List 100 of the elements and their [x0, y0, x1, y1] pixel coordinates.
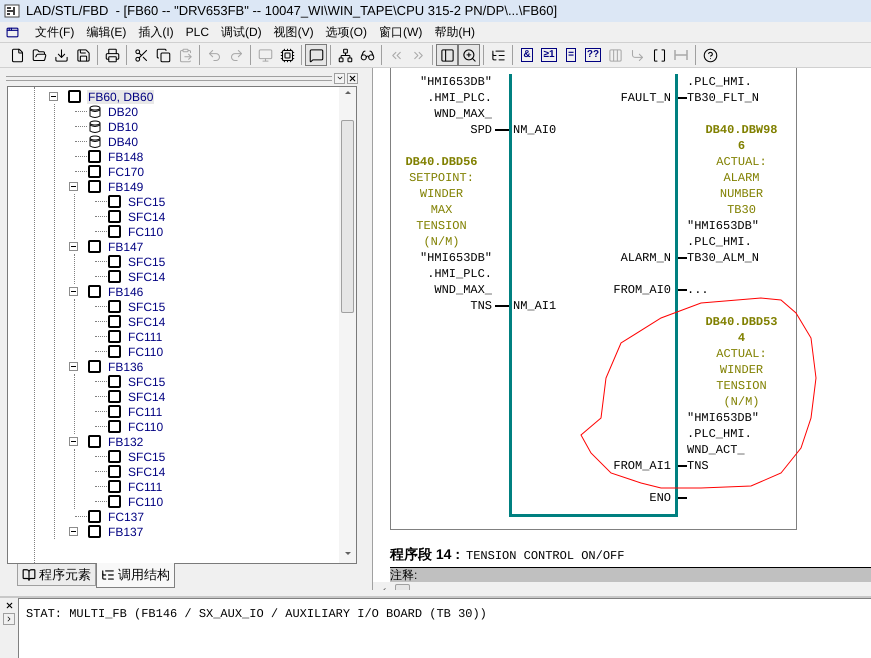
toolbar-button[interactable]: = [560, 44, 582, 66]
tree-item[interactable]: FB132 [107, 434, 144, 448]
collapse-toggle-icon[interactable] [69, 437, 78, 446]
toolbar-button[interactable] [436, 44, 458, 66]
toolbar-button[interactable]: ≥1 [538, 44, 560, 66]
close-button[interactable] [347, 72, 358, 84]
tree-item[interactable]: SFC15 [127, 300, 166, 314]
menu-item[interactable]: 调试(D) [215, 23, 268, 41]
output-pin-label: FROM_AI0 [613, 282, 671, 298]
toolbar-button[interactable] [305, 44, 327, 66]
toolbar-button[interactable]: & [516, 44, 538, 66]
tree-item[interactable]: FB136 [107, 360, 144, 374]
collapse-toggle-icon[interactable] [69, 362, 78, 371]
tree-item[interactable]: SFC14 [127, 270, 166, 284]
tree-item[interactable]: SFC14 [127, 464, 166, 478]
output-pin-label: ENO [649, 490, 671, 506]
operand-comment: WINDER [420, 186, 464, 202]
operand-symbol: "HMI653DB" [420, 250, 492, 266]
database-icon [89, 104, 101, 118]
dropdown-button[interactable] [334, 72, 345, 84]
database-icon [89, 120, 101, 134]
tree-item[interactable]: SFC15 [127, 254, 166, 268]
block-icon [108, 405, 121, 418]
tree-item[interactable]: FC111 [127, 404, 164, 418]
panel-tab[interactable]: 调用结构 [96, 563, 175, 588]
list-tree-icon [101, 568, 115, 582]
block-icon [108, 465, 121, 478]
operand-comment: TB30 [727, 202, 756, 218]
collapse-toggle-icon[interactable] [69, 182, 78, 191]
tree-item[interactable]: FC111 [127, 480, 164, 494]
scroll-up-icon[interactable] [344, 91, 350, 94]
wire [678, 497, 687, 499]
tree-item[interactable]: SFC14 [127, 390, 166, 404]
scroll-thumb[interactable] [341, 120, 354, 313]
menu-item[interactable]: 选项(O) [320, 23, 373, 41]
menu-item[interactable]: 插入(I) [132, 23, 180, 41]
help-icon [702, 48, 718, 62]
collapse-toggle-icon[interactable] [69, 242, 78, 251]
block-icon [68, 90, 81, 103]
paste-icon [178, 48, 192, 62]
block-icon [88, 285, 101, 298]
wire [678, 257, 687, 259]
zoom-icon [462, 48, 476, 62]
tree-item[interactable]: DB10 [107, 120, 140, 134]
operand-symbol: "HMI653DB" [420, 74, 492, 90]
network-icon [338, 48, 352, 62]
tree-item[interactable]: FB149 [107, 180, 144, 194]
tree-item[interactable]: FB146 [107, 284, 144, 298]
collapse-toggle-icon[interactable] [49, 92, 58, 101]
block-icon [88, 165, 101, 178]
tree-item[interactable]: SFC15 [127, 450, 166, 464]
tree-item[interactable]: FC170 [107, 164, 146, 178]
menu-item[interactable]: 编辑(E) [80, 23, 132, 41]
tree-item[interactable]: FB137 [107, 524, 144, 538]
network-label: 程序段 14 : [390, 545, 460, 564]
tree-item[interactable]: DB40 [107, 134, 140, 148]
output-pin-label: FROM_AI1 [613, 458, 671, 474]
block-icon [108, 390, 121, 403]
comment-label: 注释: [390, 568, 418, 582]
menu-item[interactable]: 视图(V) [268, 23, 320, 41]
menu-item[interactable]: 窗口(W) [373, 23, 428, 41]
caret-icon [336, 74, 344, 82]
tree-item[interactable]: FC111 [127, 330, 164, 344]
block-icon [88, 435, 101, 448]
operand-comment: WINDER [720, 362, 764, 378]
toolbar-button[interactable] [458, 44, 480, 66]
collapse-toggle-icon[interactable] [69, 287, 78, 296]
menu-item[interactable]: 帮助(H) [428, 23, 481, 41]
database-icon [89, 134, 101, 148]
block-icon [108, 375, 121, 388]
tree-item[interactable]: DB20 [107, 104, 140, 118]
tree-item[interactable]: FC110 [127, 494, 164, 508]
vertical-scrollbar[interactable] [339, 87, 356, 563]
operand-address: 6 [738, 138, 746, 154]
menu-item[interactable]: 文件(F) [29, 23, 80, 41]
tree-item[interactable]: FB60, DB60 [87, 90, 154, 104]
tree-item[interactable]: SFC14 [127, 210, 166, 224]
tree-item[interactable]: FB147 [107, 240, 144, 254]
tree-item[interactable]: FC110 [127, 344, 164, 358]
output-pin-label: ALARM_N [620, 250, 671, 266]
tree-item[interactable]: SFC15 [127, 194, 166, 208]
app-icon [4, 3, 20, 19]
tree-item[interactable]: FC137 [107, 510, 146, 524]
menu-item[interactable]: PLC [180, 23, 215, 41]
tree-item[interactable]: FB148 [107, 150, 144, 164]
block-icon [108, 420, 121, 433]
tree-item[interactable]: FC110 [127, 420, 164, 434]
block-icon [108, 270, 121, 283]
tree-item[interactable]: SFC15 [127, 374, 166, 388]
window-menu-icon[interactable] [6, 26, 19, 38]
list-tree-icon [490, 48, 506, 62]
tree-item[interactable]: FC110 [127, 224, 164, 238]
collapse-toggle-icon[interactable] [69, 527, 78, 536]
scroll-down-icon[interactable] [344, 552, 350, 555]
glasses-icon [360, 48, 374, 62]
toolbar-button[interactable]: ?? [582, 44, 604, 66]
panel-tab[interactable]: 程序元素 [17, 564, 96, 586]
network-title: TENSION CONTROL ON/OFF [466, 548, 624, 565]
block-icon [108, 300, 121, 313]
tree-item[interactable]: SFC14 [127, 314, 166, 328]
